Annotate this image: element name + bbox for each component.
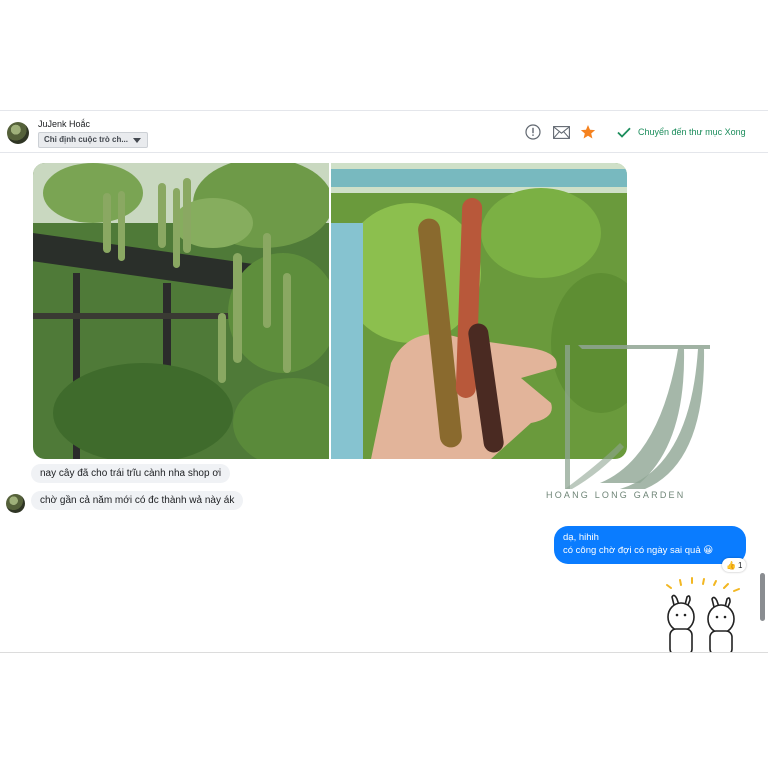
conversation-header: JuJenk Hoắc Chỉ định cuộc trò ch... Chuy… <box>0 111 768 153</box>
shared-photos <box>33 163 627 459</box>
star-icon[interactable] <box>579 123 597 141</box>
reaction-count: 1 <box>737 560 743 570</box>
incoming-message: chờ gần cả năm mới có đc thành wả này ák <box>31 491 244 510</box>
outgoing-message-line: có công chờ đợi có ngày sai quả 😀 <box>563 545 714 556</box>
incoming-message: nay cây đã cho trái trĩu cành nha shop ơ… <box>31 464 231 483</box>
message-reaction[interactable]: 👍 1 <box>722 558 747 572</box>
photo-plant-trellis[interactable] <box>33 163 329 459</box>
bunny-sticker[interactable] <box>662 577 744 653</box>
outgoing-message-line: dạ, hihih <box>563 532 599 543</box>
chevron-down-icon <box>133 138 141 143</box>
outgoing-message: dạ, hihih có công chờ đợi có ngày sai qu… <box>554 526 746 564</box>
envelope-icon[interactable] <box>552 123 570 141</box>
thumbs-up-icon: 👍 <box>726 560 736 570</box>
alert-circle-icon[interactable] <box>524 123 542 141</box>
hoang-long-garden-logo <box>565 345 710 489</box>
checkmark-icon <box>617 127 631 138</box>
sender-avatar[interactable] <box>6 494 25 513</box>
contact-name[interactable]: JuJenk Hoắc <box>38 119 90 129</box>
assign-conversation-label: Chỉ định cuộc trò ch... <box>44 135 128 144</box>
chat-window: JuJenk Hoắc Chỉ định cuộc trò ch... Chuy… <box>0 110 768 653</box>
move-to-done-button[interactable]: Chuyển đến thư mục Xong <box>617 124 746 140</box>
watermark-text: HOANG LONG GARDEN <box>546 490 686 500</box>
scrollbar[interactable] <box>760 573 765 621</box>
assign-conversation-dropdown[interactable]: Chỉ định cuộc trò ch... <box>38 132 148 148</box>
contact-avatar[interactable] <box>7 122 29 144</box>
move-to-done-label: Chuyển đến thư mục Xong <box>638 127 746 137</box>
